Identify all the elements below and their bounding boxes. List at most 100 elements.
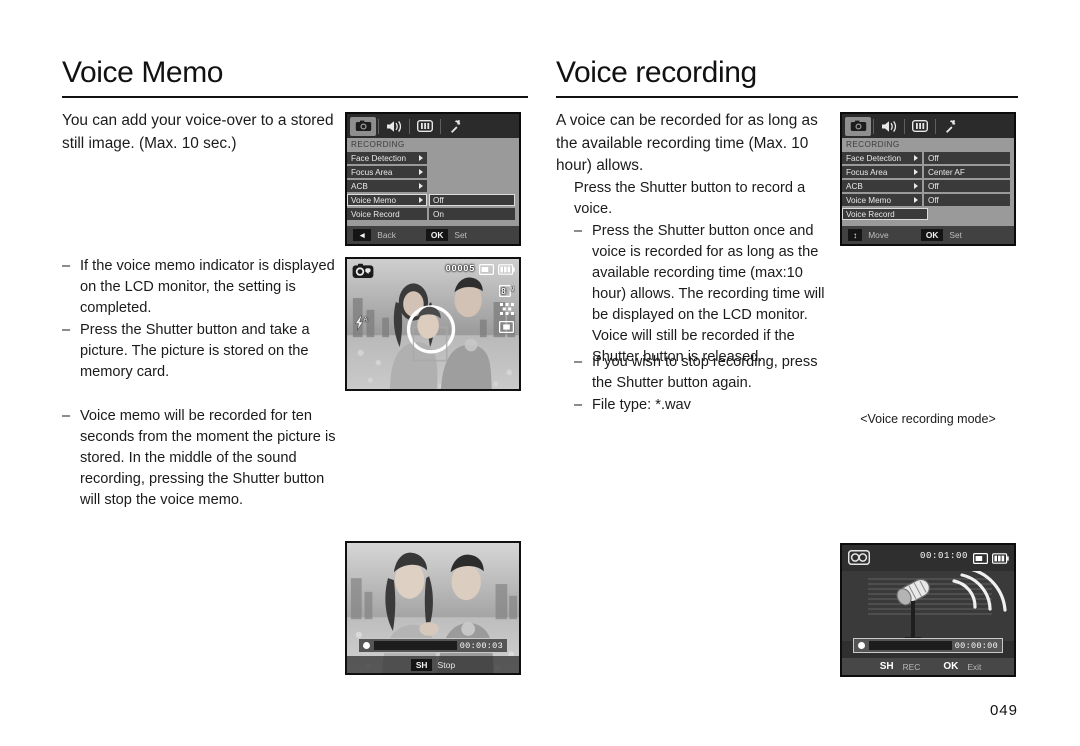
bullet-text: Voice memo will be recorded for ten seco… [80,408,336,508]
chevron-right-icon [914,169,918,175]
menu-label-text: ACB [846,181,863,191]
footer-right-label: Set [949,230,962,240]
menu-row-acb[interactable]: ACB Off [842,180,1010,192]
tab-sound[interactable] [876,117,902,136]
menu-row-label: Voice Record [842,208,928,220]
menu-row-label: Voice Memo [347,194,427,206]
menu-label-text: Face Detection [351,153,407,163]
bullet-dash: – [574,397,583,413]
elapsed-time: 00:00:03 [459,640,503,651]
ok-key[interactable]: OK [920,229,944,241]
menu-row-voice-memo[interactable]: Voice Memo Off [347,194,515,206]
voice-recording-footer-bar: SH REC OK Exit [842,658,1014,675]
menu-row-voice-memo[interactable]: Voice Memo Off [842,194,1010,206]
elapsed-time: 00:00:00 [954,640,998,651]
recording-menu-screen-left[interactable]: RECORDING Face Detection Focus Area ACB … [345,112,521,246]
bullet-text: File type: *.wav [592,397,691,413]
tab-sound[interactable] [381,117,407,136]
right-bullet-1: – Press the Shutter button once and voic… [574,221,836,368]
menu-rows[interactable]: Face Detection Off Focus Area Center AF … [842,151,1014,226]
bullet-dash: – [574,354,583,370]
menu-row-label: Voice Memo [842,194,922,206]
shutter-key-label: Stop [437,659,456,670]
up-down-arrow-key-icon[interactable]: ↕ [848,229,863,241]
svg-text:M: M [510,287,515,293]
svg-text:8: 8 [501,287,506,296]
tab-settings[interactable] [443,117,469,136]
menu-row-value[interactable]: Off [429,194,515,206]
menu-label-text: Focus Area [846,167,888,177]
shutter-key[interactable]: SH [410,658,433,671]
menu-label-text: Voice Memo [846,195,892,205]
menu-row-label: ACB [842,180,922,192]
right-bullet-3: – File type: *.wav [574,395,836,416]
image-size-icon: 8M [498,284,515,300]
menu-row-label: Focus Area [347,166,427,178]
menu-row-value[interactable]: Off [924,194,1010,206]
menu-row-face-detection[interactable]: Face Detection Off [842,152,1010,164]
tab-settings[interactable] [938,117,964,136]
bullet-text: Press the Shutter button once and voice … [592,223,825,365]
menu-row-voice-record[interactable]: Voice Record [842,208,928,220]
voice-record-icon [847,549,871,570]
ok-key[interactable]: OK [425,229,449,241]
ok-key[interactable]: OK [938,661,963,673]
chevron-right-icon [914,155,918,161]
bullet-dash: – [62,258,71,274]
mic-icon [868,567,1007,641]
menu-row-value[interactable]: On [429,208,515,220]
menu-row-focus-area[interactable]: Focus Area [347,166,427,178]
progress-track [374,641,457,650]
menu-section-title: RECORDING [842,138,1014,151]
menu-row-focus-area[interactable]: Focus Area Center AF [842,166,1010,178]
metering-icon [498,320,515,336]
ok-key-label: Exit [967,661,982,672]
mode-icon-voice-memo [352,263,374,282]
quality-icon [500,303,514,318]
menu-label-text: Face Detection [846,153,902,163]
left-bullet-2: – Press the Shutter button and take a pi… [62,320,340,383]
menu-row-label: Face Detection [347,152,427,164]
tab-divider [935,118,936,134]
tab-camera[interactable] [845,116,871,136]
shutter-key-label: REC [902,661,921,672]
tab-display[interactable] [412,117,438,136]
memory-card-icon [973,551,989,569]
battery-full-icon [992,551,1009,569]
menu-footer-bar: ↕ Move OK Set [842,226,1014,244]
bullet-dash: – [574,223,583,239]
flash-off-icon: A [353,315,369,334]
menu-tab-bar[interactable] [842,114,1014,138]
menu-row-value[interactable]: Off [924,152,1010,164]
tab-camera[interactable] [350,116,376,136]
page-number: 049 [989,702,1018,719]
left-arrow-key-icon[interactable]: ◄ [353,229,372,241]
menu-row-label: Voice Record [347,208,427,220]
menu-row-value[interactable]: Off [924,180,1010,192]
menu-section-title: RECORDING [347,138,519,151]
menu-row-face-detection[interactable]: Face Detection [347,152,427,164]
menu-rows[interactable]: Face Detection Focus Area ACB Voice Memo… [347,151,519,226]
menu-row-value[interactable]: Center AF [924,166,1010,178]
photo-preview-voice-memo: A 00005 8M [345,257,521,391]
photo-preview-recording: 00:00:03 SH Stop [345,541,521,675]
right-bullet-2: – If you wish to stop recording, press t… [574,352,836,394]
bullet-dash: – [62,408,71,424]
voice-recording-screen: 00:01:00 00:00:00 SH REC OK Exit [840,543,1016,677]
recording-menu-screen-right[interactable]: RECORDING Face Detection Off Focus Area … [840,112,1016,246]
manual-page: Voice Memo You can add your voice-over t… [0,0,1080,746]
shutter-key[interactable]: SH [875,661,899,673]
menu-row-acb[interactable]: ACB [347,180,427,192]
tab-divider [904,118,905,134]
menu-row-voice-record[interactable]: Voice Record On [347,208,515,220]
svg-text:A: A [364,318,369,324]
bullet-dash: – [62,322,71,338]
photo-image [347,543,519,673]
menu-tab-bar[interactable] [347,114,519,138]
menu-row-label: ACB [347,180,427,192]
tab-display[interactable] [907,117,933,136]
battery-full-icon [498,264,515,278]
menu-label-text: Voice Record [846,209,895,219]
chevron-right-icon [914,183,918,189]
tab-divider [873,118,874,134]
